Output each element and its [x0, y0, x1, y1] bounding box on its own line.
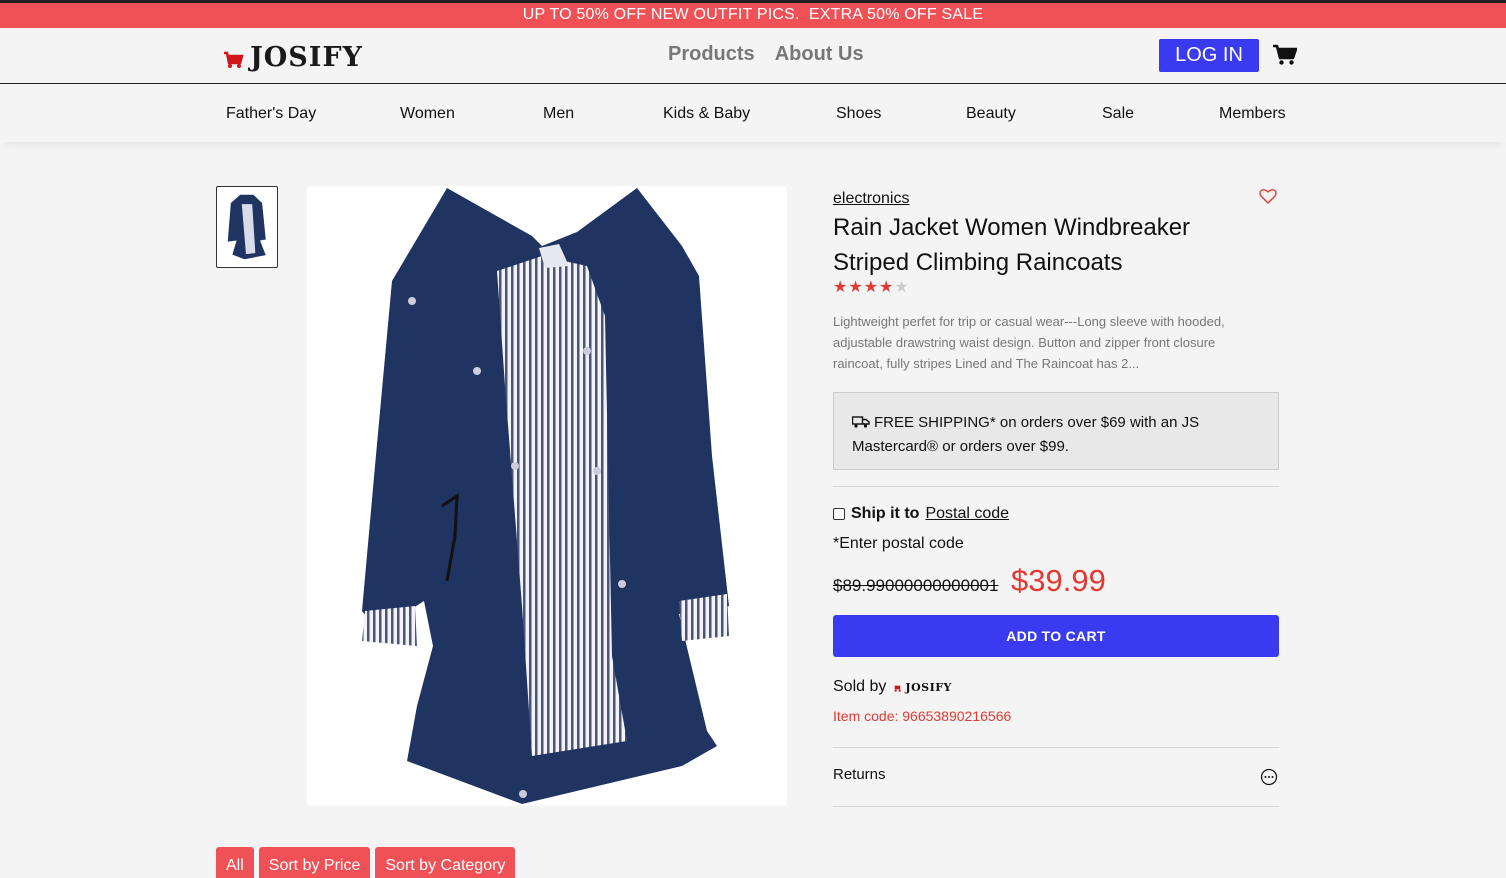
filter-all-button[interactable]: All — [216, 847, 254, 878]
login-button[interactable]: LOG IN — [1159, 39, 1259, 72]
product-category-link[interactable]: electronics — [833, 190, 909, 208]
sort-by-price-button[interactable]: Sort by Price — [258, 847, 371, 878]
sale-price: $39.99 — [1011, 563, 1106, 598]
category-fathers-day[interactable]: Father's Day — [226, 105, 316, 123]
brand-wordmark: JOSIFY — [250, 42, 363, 73]
sold-by: Sold by JOSIFY — [833, 678, 952, 696]
product-title: Rain Jacket Women Windbreaker Striped Cl… — [833, 214, 1191, 276]
truck-icon — [852, 416, 870, 428]
seller-logo[interactable]: JOSIFY — [892, 681, 952, 694]
category-kids-baby[interactable]: Kids & Baby — [663, 105, 750, 123]
filter-bar: All Sort by Price Sort by Category — [216, 847, 516, 878]
star-icon: ★ — [894, 279, 909, 296]
heart-icon[interactable] — [1259, 188, 1277, 204]
ship-to-label: Ship it to — [851, 505, 920, 522]
original-price: $89.99000000000001 — [833, 576, 999, 595]
jacket-thumbnail-image — [227, 194, 266, 260]
postal-code-note: *Enter postal code — [833, 535, 964, 552]
nav-about-us[interactable]: About Us — [775, 43, 864, 66]
category-nav: Father's Day Women Men Kids & Baby Shoes… — [0, 85, 1506, 142]
category-men[interactable]: Men — [543, 105, 574, 123]
cart-logo-icon — [894, 685, 902, 692]
product-description: Lightweight perfet for trip or casual we… — [833, 314, 1225, 371]
category-members[interactable]: Members — [1219, 105, 1286, 123]
star-icon: ★ — [833, 279, 848, 296]
divider — [833, 486, 1279, 487]
rating-stars: ★ ★ ★ ★ ★ — [833, 280, 909, 296]
add-to-cart-button[interactable]: ADD TO CART — [833, 615, 1279, 657]
postal-code-link[interactable]: Postal code — [925, 505, 1009, 523]
product-main-image — [307, 186, 787, 806]
shipping-info-box: FREE SHIPPING* on orders over $69 with a… — [833, 392, 1279, 470]
brand-logo[interactable]: JOSIFY — [222, 42, 363, 73]
category-women[interactable]: Women — [400, 105, 455, 123]
star-icon: ★ — [848, 279, 863, 296]
returns-label[interactable]: Returns — [833, 766, 886, 783]
jacket-image — [362, 188, 729, 804]
sort-by-category-button[interactable]: Sort by Category — [375, 847, 516, 878]
star-icon: ★ — [863, 279, 879, 296]
cart-icon[interactable] — [1273, 44, 1297, 66]
ship-to-option: Ship it to Postal code — [833, 505, 1009, 523]
category-shoes[interactable]: Shoes — [836, 105, 881, 123]
more-options-icon[interactable] — [1260, 768, 1278, 786]
category-sale[interactable]: Sale — [1102, 105, 1134, 123]
promo-text: UP TO 50% OFF NEW OUTFIT PICS. EXTRA 50%… — [522, 6, 984, 23]
category-beauty[interactable]: Beauty — [966, 105, 1016, 123]
nav-products[interactable]: Products — [668, 43, 755, 66]
item-code: Item code: 96653890216566 — [833, 708, 1012, 724]
shipping-text: FREE SHIPPING* on orders over $69 with a… — [852, 414, 1200, 455]
star-icon: ★ — [879, 279, 894, 296]
seller-wordmark: JOSIFY — [905, 680, 952, 694]
cart-logo-icon — [224, 51, 244, 68]
divider — [833, 747, 1279, 748]
product-thumbnail[interactable] — [216, 186, 278, 268]
ship-to-checkbox[interactable] — [833, 508, 845, 520]
top-nav: Products About Us — [668, 43, 864, 66]
sold-by-label: Sold by — [833, 678, 887, 695]
promo-banner: UP TO 50% OFF NEW OUTFIT PICS. EXTRA 50%… — [0, 0, 1506, 28]
divider — [833, 806, 1279, 807]
site-header: JOSIFY Products About Us LOG IN — [0, 28, 1506, 84]
